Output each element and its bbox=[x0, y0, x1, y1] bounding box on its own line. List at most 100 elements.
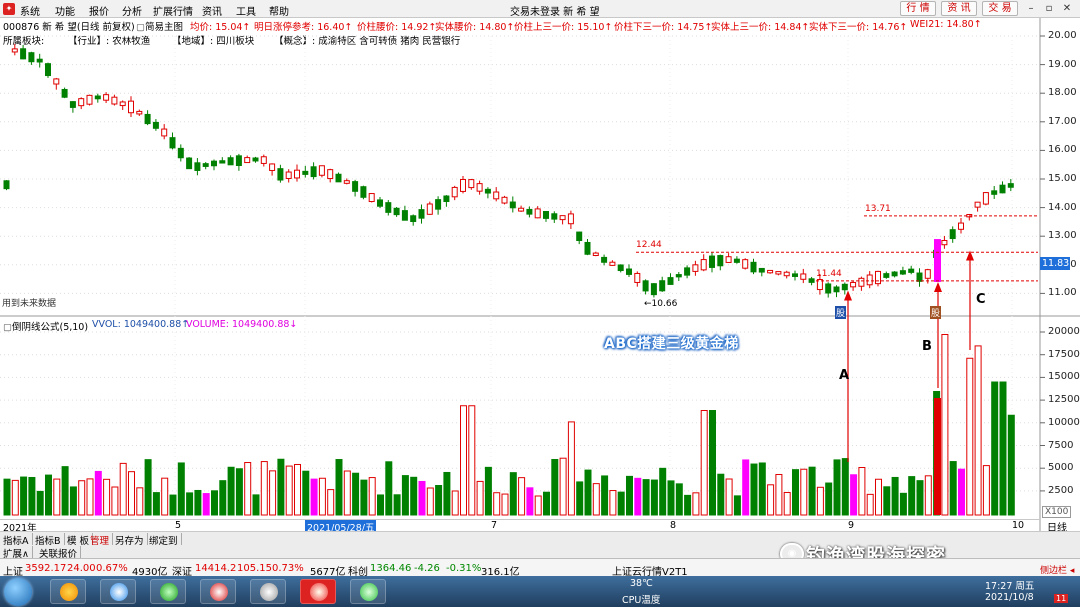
taskbar-app-baidu[interactable] bbox=[100, 579, 136, 604]
volume-bar bbox=[982, 465, 990, 516]
candle-body bbox=[733, 258, 740, 263]
volume-bar bbox=[617, 491, 625, 516]
candle-body bbox=[592, 252, 599, 257]
volume-tick-label: 20000 bbox=[1048, 326, 1080, 337]
volume-bar bbox=[144, 459, 152, 516]
candle-body bbox=[277, 168, 284, 181]
candle-body bbox=[783, 271, 790, 277]
candle-body bbox=[484, 188, 491, 194]
volume-bar bbox=[476, 480, 484, 516]
candle-body bbox=[302, 170, 309, 175]
candle-body bbox=[642, 280, 649, 292]
level-1244-label: 12.44 bbox=[636, 240, 662, 250]
volume-bar bbox=[758, 462, 766, 516]
candle-body bbox=[709, 255, 715, 268]
candle-body bbox=[875, 270, 881, 285]
volume-bar bbox=[518, 477, 526, 516]
volume-bar bbox=[410, 476, 418, 516]
candle-body bbox=[675, 274, 682, 278]
highlight-volume-bar bbox=[934, 398, 941, 515]
candle-body bbox=[543, 211, 549, 219]
price-tick-label: 11.00 bbox=[1048, 287, 1077, 299]
candle-body bbox=[294, 169, 300, 179]
stock-marker-1: 股 bbox=[835, 306, 847, 319]
candle-body bbox=[493, 191, 500, 200]
volume-bar bbox=[310, 478, 318, 516]
volume-bar bbox=[576, 481, 584, 516]
candle-body bbox=[559, 215, 566, 221]
volume-bar bbox=[850, 474, 858, 516]
volume-bar bbox=[219, 480, 227, 516]
volume-bar bbox=[260, 461, 268, 516]
volume-bar bbox=[733, 495, 741, 516]
candle-body bbox=[318, 165, 325, 176]
volume-bar bbox=[227, 466, 235, 516]
taskbar-app-stock[interactable] bbox=[200, 579, 236, 604]
securities-icon bbox=[310, 583, 328, 601]
volume-bar bbox=[941, 334, 949, 516]
volume-bar bbox=[858, 466, 866, 516]
candle-body bbox=[991, 190, 998, 195]
candle-body bbox=[758, 267, 765, 273]
volume-tick-label: 2500 bbox=[1048, 484, 1074, 496]
kc-change: -4.26 bbox=[414, 563, 440, 574]
candle-body bbox=[891, 271, 898, 277]
candle-body bbox=[119, 101, 126, 107]
date-jul: 7 bbox=[491, 520, 498, 531]
volume-bar bbox=[152, 492, 160, 516]
candle-body bbox=[3, 180, 10, 190]
volume-bar bbox=[277, 458, 285, 516]
volume-bar bbox=[343, 470, 351, 516]
volume-tick-label: 7500 bbox=[1048, 439, 1074, 451]
volume-bar bbox=[460, 405, 467, 516]
taskbar-app-gray[interactable] bbox=[250, 579, 286, 604]
price-tick-label: 14.00 bbox=[1048, 201, 1077, 213]
taskbar-app-green[interactable] bbox=[150, 579, 186, 604]
candle-body bbox=[435, 199, 442, 210]
candle-body bbox=[958, 222, 964, 230]
candle-body bbox=[401, 210, 408, 221]
candle-body bbox=[186, 157, 193, 170]
volume-bar bbox=[601, 475, 609, 516]
volume-bar bbox=[36, 490, 44, 516]
candle-body bbox=[136, 110, 143, 115]
start-button[interactable] bbox=[4, 578, 32, 606]
candle-body bbox=[410, 215, 417, 223]
volume-bar bbox=[833, 459, 841, 516]
candle-body bbox=[335, 173, 342, 183]
kline-chart[interactable] bbox=[0, 0, 1080, 607]
candle-body bbox=[767, 269, 774, 274]
candle-body bbox=[974, 201, 981, 208]
volume-bar bbox=[543, 491, 550, 516]
volume-bar bbox=[875, 478, 882, 516]
candle-body bbox=[949, 229, 956, 240]
taskbar-app-securities[interactable] bbox=[300, 579, 336, 604]
label-b: B bbox=[922, 339, 932, 354]
volume-bar bbox=[592, 483, 600, 516]
candle-body bbox=[634, 272, 641, 283]
taskbar-app-browser[interactable] bbox=[50, 579, 86, 604]
candle-body bbox=[825, 283, 832, 294]
volume-bar bbox=[559, 457, 567, 516]
candle-body bbox=[567, 213, 574, 225]
volume-bar bbox=[742, 459, 750, 516]
price-tick-label: 16.00 bbox=[1048, 144, 1077, 156]
candle-body bbox=[260, 156, 267, 164]
volume-bar bbox=[244, 462, 252, 516]
clock-time[interactable]: 17:27 周五 bbox=[985, 578, 1034, 592]
sh-pct: 0.67% bbox=[96, 563, 128, 574]
clock-date[interactable]: 2021/10/8 bbox=[985, 592, 1034, 603]
app-icon bbox=[260, 583, 278, 601]
annotation-arrow-head bbox=[934, 281, 942, 292]
volume-bar bbox=[393, 494, 401, 516]
volume-bar bbox=[302, 470, 310, 516]
taskbar-app-wechat[interactable] bbox=[350, 579, 386, 604]
candle-body bbox=[899, 270, 906, 275]
volume-unit: X100 bbox=[1042, 506, 1072, 518]
price-tick-label: 18.00 bbox=[1048, 87, 1077, 99]
sidebar-toggle[interactable]: 侧边栏 ◂ bbox=[1040, 563, 1074, 576]
candle-body bbox=[609, 261, 616, 266]
notification-badge[interactable]: 11 bbox=[1054, 594, 1069, 603]
volume-formula[interactable]: ▢倒阴线公式(5,10) bbox=[3, 319, 88, 333]
candle-body bbox=[94, 95, 101, 100]
